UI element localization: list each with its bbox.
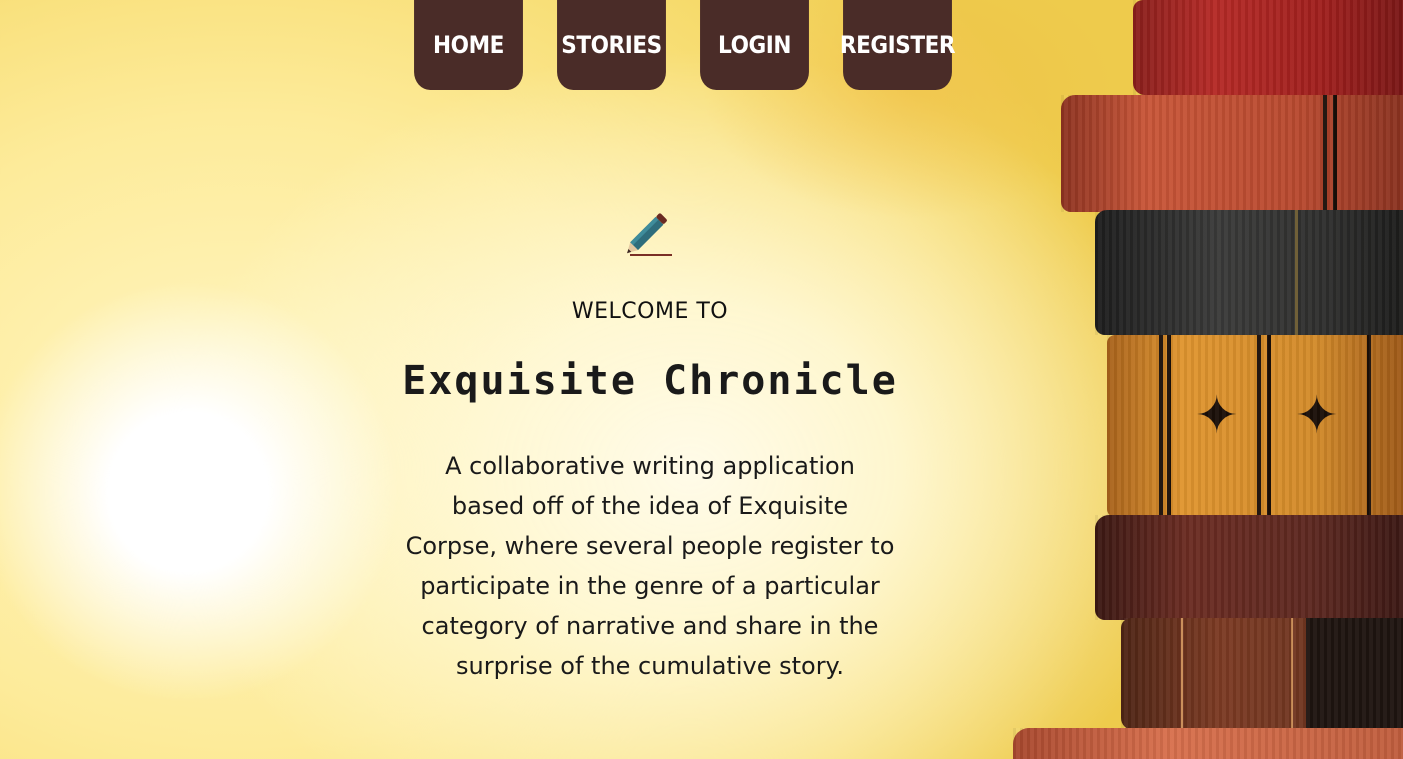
app-title: Exquisite Chronicle [402, 358, 898, 404]
book-ornament-icon: ✦ [1295, 386, 1339, 446]
description-line: category of narrative and share in the [421, 612, 879, 640]
book-stack-image: ✦ ✦ [1003, 0, 1403, 759]
book-band [1367, 335, 1371, 517]
main-nav: HOME STORIES LOGIN REGISTER [408, 0, 958, 90]
pencil-icon [627, 213, 672, 256]
description-line: based off of the idea of Exquisite [451, 492, 849, 520]
book-band [1159, 335, 1163, 517]
book-band [1291, 618, 1293, 730]
description-line: Corpse, where several people register to [405, 532, 895, 560]
book-spine [1133, 0, 1403, 95]
book-spine [1095, 515, 1403, 620]
book-band [1333, 95, 1337, 212]
book-spine: ✦ ✦ [1107, 335, 1403, 517]
welcome-label: WELCOME TO [571, 299, 729, 324]
app-description: A collaborative writing application base… [370, 446, 930, 686]
description-line: participate in the genre of a particular [420, 572, 880, 600]
hero-section: WELCOME TO Exquisite Chronicle A collabo… [370, 205, 930, 686]
book-spine [1095, 210, 1403, 335]
book-spine [1013, 728, 1403, 759]
nav-register-button[interactable]: REGISTER [840, 0, 956, 90]
book-band [1323, 95, 1327, 212]
nav-login-button[interactable]: LOGIN [700, 0, 809, 90]
book-band [1257, 335, 1261, 517]
nav-stories-button[interactable]: STORIES [557, 0, 666, 90]
book-spine [1121, 618, 1403, 730]
book-band [1167, 335, 1171, 517]
nav-home-button[interactable]: HOME [414, 0, 523, 90]
description-line: A collaborative writing application [445, 452, 855, 480]
book-ornament-icon: ✦ [1195, 386, 1239, 446]
book-band [1295, 210, 1298, 335]
book-band [1181, 618, 1183, 730]
book-band [1306, 618, 1403, 730]
description-line: surprise of the cumulative story. [456, 652, 844, 680]
book-band [1267, 335, 1271, 517]
book-spine [1061, 95, 1403, 212]
